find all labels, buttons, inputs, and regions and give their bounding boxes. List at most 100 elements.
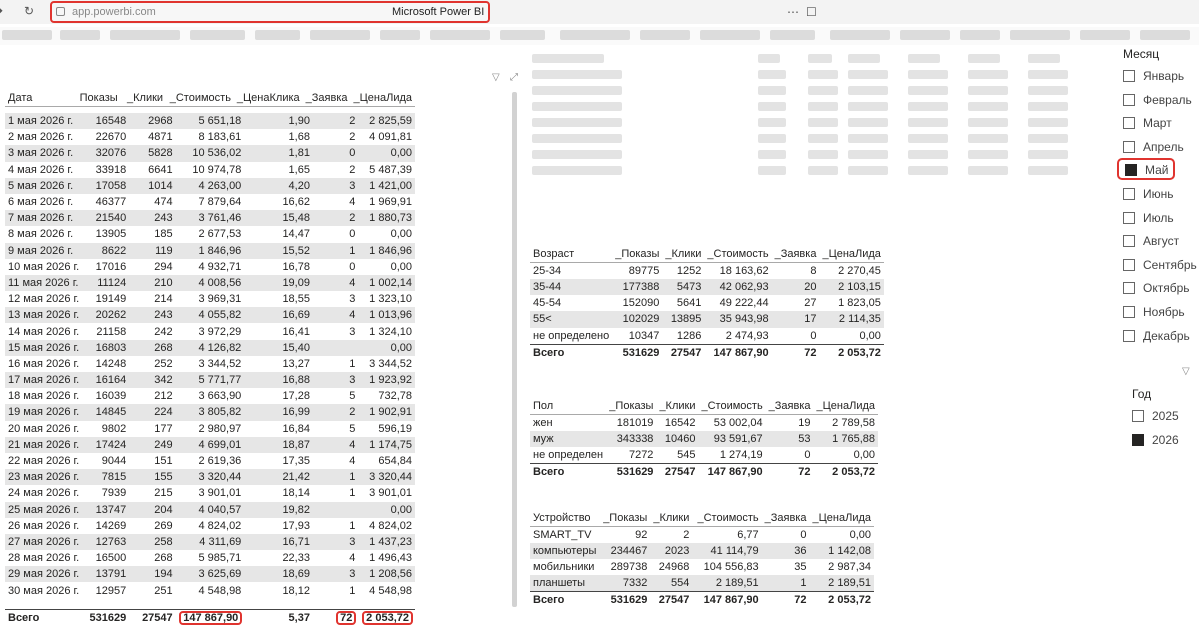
- bookmark-item[interactable]: [60, 30, 100, 40]
- checkbox[interactable]: [1123, 282, 1135, 295]
- table-row[interactable]: 5 мая 2026 г. 17058 1014 4 263,00 4,20 3 1 421…: [5, 177, 415, 194]
- checkbox[interactable]: [1125, 163, 1137, 176]
- table-row[interactable]: 23 мая 2026 г. 7815 155 3 320,44 21,42 1 3 320…: [5, 469, 415, 486]
- table-row[interactable]: 8 мая 2026 г. 13905 185 2 677,53 14,47 0 0,00: [5, 226, 415, 242]
- table-row[interactable]: 6 мая 2026 г. 46377 474 7 879,64 16,62 4 1 969…: [5, 194, 415, 210]
- table-cell: 251: [154, 584, 173, 597]
- table-row[interactable]: 35-44 177388 5473 42 062,93 20 2 103,15: [530, 279, 884, 296]
- table-row[interactable]: 20 мая 2026 г. 9802 177 2 980,97 16,84 5 596,1…: [5, 421, 415, 437]
- checkbox[interactable]: [1123, 258, 1135, 271]
- table-row[interactable]: 1 мая 2026 г. 16548 2968 5 651,18 1,90 2 2 825…: [5, 113, 415, 130]
- bookmark-item[interactable]: [2, 30, 52, 40]
- bookmark-item[interactable]: [640, 30, 690, 40]
- table-row[interactable]: 21 мая 2026 г. 17424 249 4 699,01 18,87 4 1 17…: [5, 436, 415, 453]
- table-row[interactable]: 26 мая 2026 г. 14269 269 4 824,02 17,93 1 4 82…: [5, 518, 415, 534]
- table-row[interactable]: 9 мая 2026 г. 8622 119 1 846,96 15,52 1 1 846,…: [5, 242, 415, 259]
- table-row[interactable]: компьютеры 234467 2023 41 114,79 36 1 142,08: [530, 543, 874, 560]
- table-row[interactable]: 24 мая 2026 г. 7939 215 3 901,01 18,14 1 3 901…: [5, 485, 415, 501]
- checkbox[interactable]: [1132, 434, 1144, 446]
- total-row: Всего 531629 27547 147 867,90 5,37 72 2 053,72: [5, 609, 415, 626]
- table-row[interactable]: 25 мая 2026 г. 13747 204 4 040,57 19,82 0,00: [5, 501, 415, 518]
- table-row[interactable]: муж 343338 10460 93 591,67 53 1 765,88: [530, 431, 878, 448]
- table-row[interactable]: 22 мая 2026 г. 9044 151 2 619,36 17,35 4 654,8…: [5, 453, 415, 469]
- bookmark-icon[interactable]: ☐: [806, 5, 817, 19]
- month-label: Июнь: [1143, 187, 1174, 201]
- table-row[interactable]: 55< 102029 13895 35 943,98 17 2 114,35: [530, 311, 884, 328]
- back-icon[interactable]: ⏵: [0, 4, 3, 19]
- table-cell: 289738: [610, 561, 648, 574]
- slicer-filter-icon[interactable]: ▽: [1182, 366, 1190, 377]
- table-row[interactable]: SMART_TV 92 2 6,77 0 0,00: [530, 527, 874, 544]
- bookmark-item[interactable]: [310, 30, 370, 40]
- checkbox[interactable]: [1123, 140, 1135, 153]
- bookmark-item[interactable]: [900, 30, 950, 40]
- table-row[interactable]: планшеты 7332 554 2 189,51 1 2 189,51: [530, 575, 874, 592]
- checkbox[interactable]: [1123, 306, 1135, 318]
- focus-mode-icon[interactable]: ⤢: [510, 72, 518, 83]
- checkbox[interactable]: [1123, 235, 1135, 248]
- table-row[interactable]: 13 мая 2026 г. 20262 243 4 055,82 16,69 4 1 01…: [5, 307, 415, 324]
- table-row[interactable]: 25-34 89775 1252 18 163,62 8 2 270,45: [530, 263, 884, 280]
- column-header: _ЦенаЛида: [819, 246, 884, 263]
- checkbox[interactable]: [1123, 211, 1135, 224]
- table-row[interactable]: 30 мая 2026 г. 12957 251 4 548,98 18,12 1 4 54…: [5, 582, 415, 598]
- table-row[interactable]: 19 мая 2026 г. 14845 224 3 805,82 16,99 2 1 90…: [5, 404, 415, 421]
- bookmark-item[interactable]: [560, 30, 630, 40]
- bookmark-item[interactable]: [110, 30, 180, 40]
- table-row[interactable]: жен 181019 16542 53 002,04 19 2 789,58: [530, 415, 878, 432]
- table-row[interactable]: 11 мая 2026 г. 11124 210 4 008,56 19,09 4 1 00…: [5, 274, 415, 292]
- checkbox[interactable]: [1132, 410, 1144, 422]
- table-row[interactable]: не определен 7272 545 1 274,19 0 0,00: [530, 447, 878, 464]
- bookmark-item[interactable]: [1140, 30, 1190, 40]
- bookmark-item[interactable]: [700, 30, 760, 40]
- bookmark-item[interactable]: [960, 30, 1000, 40]
- table-row[interactable]: 7 мая 2026 г. 21540 243 3 761,46 15,48 2 1 880…: [5, 210, 415, 227]
- table-row[interactable]: мобильники 289738 24968 104 556,83 35 2 987,3…: [530, 559, 874, 575]
- checkbox[interactable]: [1123, 188, 1135, 200]
- month-option[interactable]: Май: [1117, 158, 1175, 181]
- table-cell: 10 мая 2026 г.: [8, 260, 80, 273]
- checkbox[interactable]: [1123, 93, 1135, 106]
- table-cell: 1 969,91: [369, 196, 412, 209]
- checkbox[interactable]: [1123, 329, 1135, 342]
- table-row[interactable]: не определено 10347 1286 2 474,93 0 0,00: [530, 328, 884, 345]
- checkbox[interactable]: [1123, 117, 1135, 130]
- table-row[interactable]: 18 мая 2026 г. 16039 212 3 663,90 17,28 5 732,…: [5, 388, 415, 404]
- table-cell: 16803: [83, 339, 130, 356]
- bookmark-item[interactable]: [830, 30, 890, 40]
- checkbox[interactable]: [1123, 70, 1135, 82]
- table-row[interactable]: 15 мая 2026 г. 16803 268 4 126,82 15,40 0,00: [5, 339, 415, 356]
- table-cell: 4 126,82: [175, 339, 245, 356]
- table-row[interactable]: 4 мая 2026 г. 33918 6641 10 974,78 1,65 2 5 48…: [5, 162, 415, 178]
- reload-icon[interactable]: ↻: [24, 4, 34, 18]
- table-row[interactable]: 16 мая 2026 г. 14248 252 3 344,52 13,27 1 3 34…: [5, 356, 415, 372]
- table-cell: 1: [349, 357, 356, 370]
- site-info-icon[interactable]: [56, 7, 65, 16]
- table-row[interactable]: 10 мая 2026 г. 17016 294 4 932,71 16,78 0 0,00: [5, 259, 415, 275]
- bookmark-item[interactable]: [770, 30, 815, 40]
- table-row[interactable]: 3 мая 2026 г. 32076 5828 10 536,02 1,81 0 0,00: [5, 145, 415, 162]
- bookmark-item[interactable]: [380, 30, 420, 40]
- table-row[interactable]: 28 мая 2026 г. 16500 268 5 985,71 22,33 4 1 49…: [5, 550, 415, 566]
- table-cell: 1 437,23: [358, 533, 415, 551]
- table-row[interactable]: 27 мая 2026 г. 12763 258 4 311,69 16,71 3 1 43…: [5, 533, 415, 551]
- bookmark-item[interactable]: [190, 30, 245, 40]
- table-row[interactable]: 2 мая 2026 г. 22670 4871 8 183,61 1,68 2 4 091…: [5, 129, 415, 145]
- bookmark-item[interactable]: [1080, 30, 1130, 40]
- table-row[interactable]: 29 мая 2026 г. 13791 194 3 625,69 18,69 3 1 20…: [5, 566, 415, 583]
- total-cell: 27547: [129, 609, 176, 626]
- address-bar[interactable]: app.powerbi.com Microsoft Power BI: [50, 1, 490, 23]
- more-icon[interactable]: ⋯: [787, 5, 799, 19]
- bookmark-item[interactable]: [1010, 30, 1070, 40]
- bookmark-item[interactable]: [430, 30, 490, 40]
- bookmark-item[interactable]: [255, 30, 300, 40]
- filter-icon[interactable]: ▽: [492, 72, 500, 83]
- bookmark-item[interactable]: [500, 30, 545, 40]
- table-row[interactable]: 17 мая 2026 г. 16164 342 5 771,77 16,88 3 1 92…: [5, 372, 415, 389]
- table-row[interactable]: 12 мая 2026 г. 19149 214 3 969,31 18,55 3 1 32…: [5, 291, 415, 307]
- blurred-cell: [532, 102, 622, 111]
- table-row[interactable]: 14 мая 2026 г. 21158 242 3 972,29 16,41 3 1 32…: [5, 323, 415, 339]
- table-scrollbar[interactable]: [512, 92, 517, 607]
- table-row[interactable]: 45-54 152090 5641 49 222,44 27 1 823,05: [530, 295, 884, 311]
- main-table-body[interactable]: 1 мая 2026 г. 16548 2968 5 651,18 1,90 2 2 825…: [5, 113, 415, 608]
